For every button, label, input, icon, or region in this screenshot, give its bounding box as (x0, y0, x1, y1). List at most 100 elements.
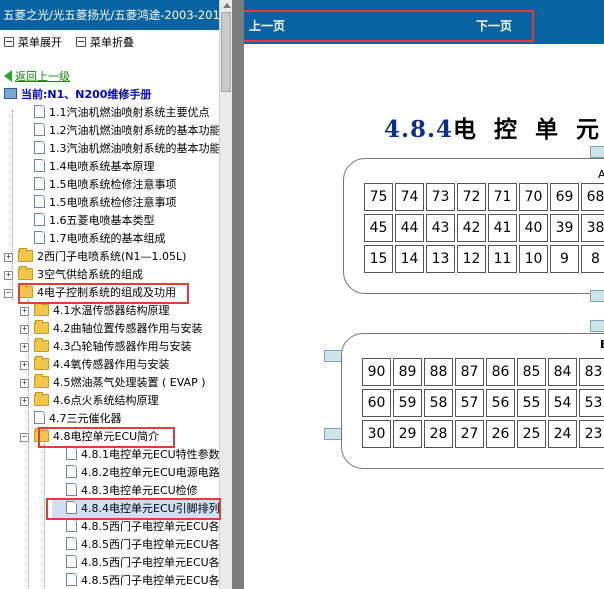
current-label: 当前:N1、N200维修手册 (21, 88, 152, 101)
tree-item[interactable]: 4.8.4电控单元ECU引脚排列 (52, 500, 220, 518)
tree-item[interactable]: −4电子控制系统的组成及功用 (4, 284, 176, 302)
connector-b-tab-top (590, 320, 604, 332)
tree-item[interactable]: +3空气供给系统的组成 (4, 266, 143, 284)
tree-item-label: 4.7三元催化器 (49, 412, 122, 425)
tree-item[interactable]: 1.6五菱电喷基本类型 (20, 212, 155, 230)
connector-a-tab-bottom (590, 290, 604, 302)
tree-item-label: 4.8.3电控单元ECU检修 (81, 484, 198, 497)
connector-a-label: A (598, 168, 604, 181)
tree-item[interactable]: +4.4氧传感器作用与安装 (20, 356, 170, 374)
connector-b-pin: 24 (548, 420, 577, 448)
tree-panel: 五菱之光/光五菱扬光/五菱鸿途-2003-2010- 菜单展开 菜单折叠 返回上… (0, 0, 232, 589)
tree-item[interactable]: 4.8.5西门子电控单元ECU各 (52, 572, 220, 589)
connector-b-pin: 26 (486, 420, 515, 448)
tree-guide-line (44, 444, 45, 589)
tree-item[interactable]: +4.3凸轮轴传感器作用与安装 (20, 338, 192, 356)
section-title-text: 电 控 单 元 E (453, 116, 604, 143)
expand-icon (4, 37, 14, 47)
tree-item-label: 4.8.1电控单元ECU特性参数 (81, 448, 220, 461)
tree-scrollbar[interactable] (219, 0, 232, 589)
folder-icon (34, 356, 49, 370)
connector-a-pin: 8 (581, 245, 604, 273)
document-icon (66, 483, 77, 496)
folder-icon (34, 320, 49, 334)
connector-a-pin: 38 (581, 214, 604, 242)
tree-toolbar: 菜单展开 菜单折叠 (0, 30, 232, 52)
connector-b-pin: 54 (548, 389, 577, 417)
tree-item[interactable]: 4.8.3电控单元ECU检修 (52, 482, 198, 500)
tree-item-label: 1.1汽油机燃油喷射系统主要优点 (49, 106, 210, 119)
tree-item[interactable]: 1.4电喷系统基本原理 (20, 158, 155, 176)
tree-item[interactable]: 4.8.5西门子电控单元ECU各 (52, 554, 220, 572)
tree-item[interactable]: 1.5电喷系统检修注意事项 (20, 176, 177, 194)
tree-item-label: 1.4电喷系统基本原理 (49, 160, 155, 173)
connector-b-label: B (600, 338, 604, 351)
tree-item-label: 4.2曲轴位置传感器作用与安装 (53, 322, 203, 335)
folder-icon (34, 392, 49, 406)
connector-b-pin: 57 (455, 389, 484, 417)
connector-a-pin: 70 (519, 183, 548, 211)
connector-b-pin: 86 (486, 358, 515, 386)
tree-item[interactable]: 1.1汽油机燃油喷射系统主要优点 (20, 104, 210, 122)
tree-item-label: 1.5电喷系统检修注意事项 (49, 178, 177, 191)
tree-item[interactable]: +4.1水温传感器结构原理 (20, 302, 170, 320)
tree-item[interactable]: 4.8.2电控单元ECU电源电路 (52, 464, 220, 482)
document-icon (66, 573, 77, 586)
connector-a-pin: 13 (426, 245, 455, 273)
tree-guide-line (28, 300, 29, 589)
connector-a-pin: 68 (581, 183, 604, 211)
tree-item-label: 4.8.4电控单元ECU引脚排列 (81, 502, 220, 515)
connector-a-pin: 14 (395, 245, 424, 273)
tree-item[interactable]: 4.8.5西门子电控单元ECU各 (52, 518, 220, 536)
tree-item[interactable]: −4.8电控单元ECU简介 (20, 428, 159, 446)
connector-b-pin: 28 (424, 420, 453, 448)
connector-b-pin: 53 (579, 389, 604, 417)
connector-a-pin: 45 (364, 214, 393, 242)
tree-guide-line (12, 110, 13, 300)
folder-icon (34, 302, 49, 316)
tree-item[interactable]: 4.8.1电控单元ECU特性参数 (52, 446, 220, 464)
connector-a: 75 74 73 72 71 70 69 68 45 44 43 42 41 40 39 38 15 14 13 12… (343, 158, 604, 294)
tree-item[interactable]: 4.7三元催化器 (20, 410, 122, 428)
connector-b-pin: 29 (393, 420, 422, 448)
tree-item[interactable]: 4.8.5西门子电控单元ECU各 (52, 536, 220, 554)
connector-a-pin: 9 (550, 245, 579, 273)
connector-a-pin: 41 (488, 214, 517, 242)
folder-icon (34, 374, 49, 388)
collapse-icon (76, 37, 86, 47)
connector-b: 90 89 88 87 86 85 84 83 60 59 58 57 56 55 54 53 30 29 28 27… (341, 333, 604, 469)
tree-item[interactable]: +4.6点火系统结构原理 (20, 392, 159, 410)
tree-item[interactable]: 1.2汽油机燃油喷射系统的基本功能 (20, 122, 221, 140)
connector-a-pin: 10 (519, 245, 548, 273)
tree-item-label: 1.6五菱电喷基本类型 (49, 214, 155, 227)
tree-item-label: 4.8.5西门子电控单元ECU各 (81, 574, 220, 587)
tree-item[interactable]: +2西门子电喷系统(N1—1.05L) (4, 248, 186, 266)
tree-item[interactable]: +4.2曲轴位置传感器作用与安装 (20, 320, 203, 338)
back-arrow-icon (4, 70, 12, 82)
tree-item[interactable]: 1.3汽油机燃油喷射系统的基本功能 (20, 140, 221, 158)
tree-item[interactable]: 1.5电喷系统检修注意事项 (20, 194, 177, 212)
connector-a-pin: 69 (550, 183, 579, 211)
connector-b-pin: 55 (517, 389, 546, 417)
scroll-thumb[interactable] (221, 12, 231, 92)
document-icon (34, 177, 45, 190)
tree-item-label: 4.4氧传感器作用与安装 (53, 358, 170, 371)
back-link[interactable]: 返回上一级 (4, 68, 70, 84)
tree-item[interactable]: +4.5燃油蒸气处理装置 ( EVAP ) (20, 374, 206, 392)
connector-b-pin: 30 (362, 420, 391, 448)
connector-b-pin: 90 (362, 358, 391, 386)
collapse-all-button[interactable]: 菜单折叠 (76, 34, 134, 50)
connector-b-pin: 85 (517, 358, 546, 386)
connector-a-pin: 39 (550, 214, 579, 242)
expand-all-button[interactable]: 菜单展开 (4, 34, 62, 50)
document-icon (34, 411, 45, 424)
connector-a-pin: 71 (488, 183, 517, 211)
scroll-up-icon[interactable] (223, 3, 231, 8)
tree-item-label: 4.3凸轮轴传感器作用与安装 (53, 340, 192, 353)
tree-item[interactable]: 1.7电喷系统的基本组成 (20, 230, 166, 248)
connector-a-tab-top (590, 146, 604, 158)
connector-b-pin: 56 (486, 389, 515, 417)
document-icon (66, 465, 77, 478)
connector-b-pin: 87 (455, 358, 484, 386)
panel-splitter[interactable] (232, 0, 244, 589)
